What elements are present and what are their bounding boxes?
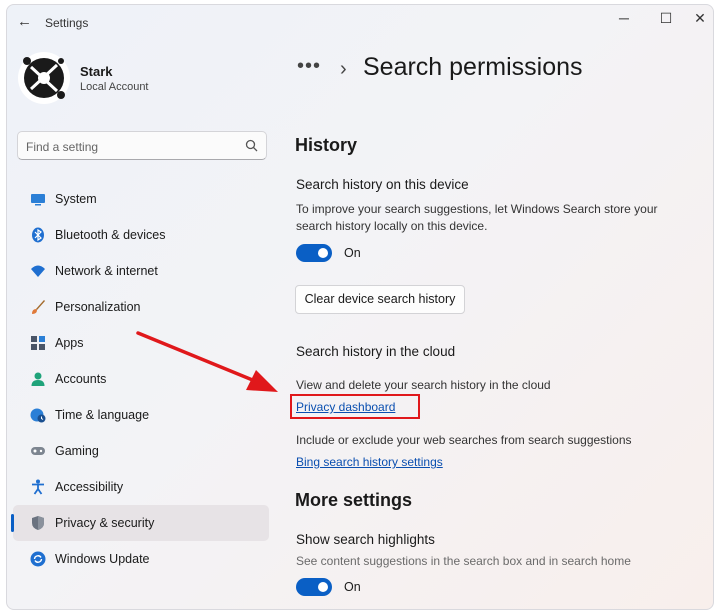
breadcrumb-chevron-icon: › <box>340 58 347 80</box>
search-highlights-toggle[interactable] <box>296 578 332 596</box>
sidebar-item-label: Accounts <box>55 372 107 386</box>
breadcrumb-more-button[interactable]: ••• <box>297 55 321 78</box>
sidebar-item-system[interactable]: System <box>13 181 269 217</box>
update-icon <box>30 551 46 567</box>
sidebar-item-apps[interactable]: Apps <box>13 325 269 361</box>
sidebar-item-accounts[interactable]: Accounts <box>13 361 269 397</box>
sidebar-item-windows-update[interactable]: Windows Update <box>13 541 269 577</box>
title-bar: ← Settings ─ ☐ ✕ <box>7 5 713 39</box>
sidebar-item-bluetooth[interactable]: Bluetooth & devices <box>13 217 269 253</box>
sidebar-item-label: Time & language <box>55 408 150 422</box>
app-title: Settings <box>45 16 89 30</box>
sidebar-item-label: Personalization <box>55 300 141 314</box>
sidebar-item-time-language[interactable]: Time & language <box>13 397 269 433</box>
more-settings-heading: More settings <box>295 490 413 510</box>
accounts-icon <box>31 372 45 386</box>
web-searches-desc: Include or exclude your web searches fro… <box>296 433 632 447</box>
accessibility-icon <box>32 479 44 495</box>
avatar[interactable] <box>17 51 71 105</box>
minimize-button[interactable]: ─ <box>613 10 635 26</box>
shield-icon <box>32 516 44 530</box>
sidebar-item-personalization[interactable]: Personalization <box>13 289 269 325</box>
search-icon <box>245 139 258 152</box>
bluetooth-icon <box>32 227 44 243</box>
device-history-desc-line2: search history locally on this device. <box>296 219 488 233</box>
wifi-icon <box>31 265 45 277</box>
globe-clock-icon <box>30 408 46 423</box>
settings-window: ← Settings ─ ☐ ✕ Stark Local Account Fin… <box>6 4 714 610</box>
account-type: Local Account <box>80 81 149 93</box>
sidebar-item-label: Bluetooth & devices <box>55 228 166 242</box>
sidebar-item-label: Privacy & security <box>55 516 155 530</box>
page-title: Search permissions <box>363 53 583 81</box>
sidebar-item-network[interactable]: Network & internet <box>13 253 269 289</box>
active-indicator <box>11 514 14 532</box>
cloud-history-desc: View and delete your search history in t… <box>296 378 551 392</box>
sidebar-item-label: Network & internet <box>55 264 158 278</box>
sidebar-item-label: Accessibility <box>55 480 124 494</box>
brush-icon <box>32 300 45 314</box>
sidebar-item-label: Gaming <box>55 444 99 458</box>
toggle-knob <box>318 248 328 258</box>
device-history-toggle[interactable] <box>296 244 332 262</box>
device-history-desc-line1: To improve your search suggestions, let … <box>296 202 658 216</box>
search-placeholder: Find a setting <box>26 140 99 154</box>
apps-icon <box>31 336 45 350</box>
sidebar-item-label: System <box>55 192 97 206</box>
search-input[interactable]: Find a setting <box>17 131 267 160</box>
history-heading: History <box>295 135 358 155</box>
toggle-knob <box>318 582 328 592</box>
clear-device-history-button[interactable]: Clear device search history <box>295 285 465 314</box>
system-icon <box>31 194 45 206</box>
device-history-toggle-label: On <box>344 246 361 260</box>
sidebar-item-label: Apps <box>55 336 84 350</box>
close-button[interactable]: ✕ <box>689 10 711 27</box>
sidebar-item-privacy-security[interactable]: Privacy & security <box>11 505 269 541</box>
gamepad-icon <box>31 447 45 455</box>
bing-history-link[interactable]: Bing search history settings <box>296 455 443 469</box>
search-highlights-desc: See content suggestions in the search bo… <box>296 554 631 568</box>
sidebar-item-label: Windows Update <box>55 552 150 566</box>
user-name: Stark <box>80 64 113 79</box>
maximize-button[interactable]: ☐ <box>655 10 677 27</box>
annotation-highlight-box <box>290 394 420 419</box>
back-arrow-icon[interactable]: ← <box>17 13 32 30</box>
sidebar-nav: System Bluetooth & devices Network & int… <box>7 181 279 577</box>
sidebar-item-accessibility[interactable]: Accessibility <box>13 469 269 505</box>
device-history-title: Search history on this device <box>296 177 469 192</box>
sidebar-item-gaming[interactable]: Gaming <box>13 433 269 469</box>
search-highlights-toggle-label: On <box>344 580 361 594</box>
search-highlights-title: Show search highlights <box>296 532 435 547</box>
cloud-history-title: Search history in the cloud <box>296 344 456 359</box>
